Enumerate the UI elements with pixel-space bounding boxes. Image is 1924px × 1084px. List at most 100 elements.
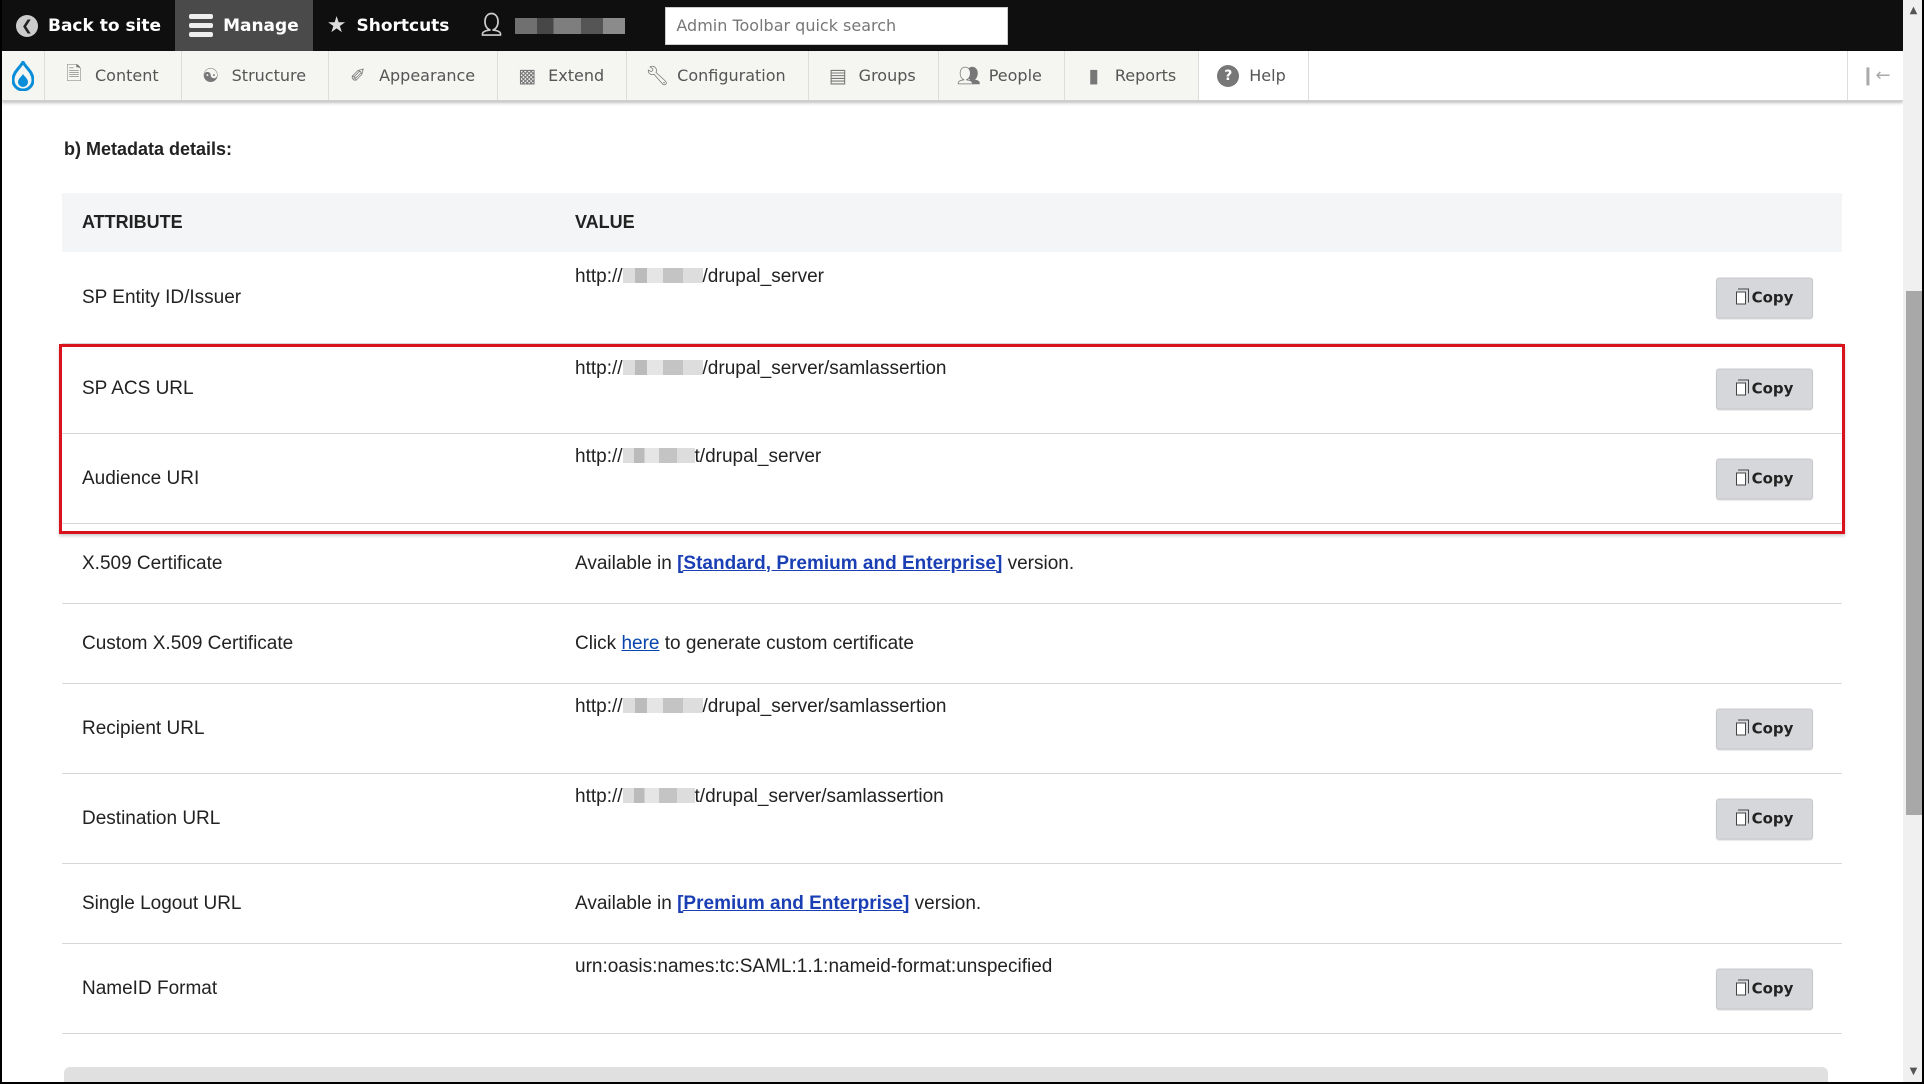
tray-item-label: Reports	[1114, 66, 1177, 85]
upgrade-link[interactable]: [Standard, Premium and Enterprise]	[677, 553, 1002, 575]
redacted-host	[622, 448, 695, 463]
url-suffix: t/drupal_server	[694, 446, 822, 467]
copy-label: Copy	[1751, 979, 1794, 998]
value-text: version.	[1002, 552, 1075, 574]
table-row: Destination URL http:// t/drupal_server/s…	[62, 774, 1842, 864]
tray-item-structure[interactable]: ☯ Structure	[182, 51, 330, 100]
tray-item-configuration[interactable]: 🔧︎ Configuration	[627, 51, 809, 100]
tray-item-label: Content	[95, 66, 159, 85]
drupal-drop-icon	[12, 60, 34, 91]
tray-item-people[interactable]: 👥︎ People	[939, 51, 1065, 100]
value-text: version.	[909, 892, 982, 914]
value-cell: http:// /drupal_server/samlassertion	[575, 684, 1842, 773]
tray-spacer	[1308, 51, 1847, 100]
value-cell: http:// t/drupal_server	[575, 434, 1842, 523]
next-section-header	[64, 1067, 1828, 1082]
value-cell: http:// t/drupal_server/samlassertion	[575, 774, 1842, 863]
tray-item-groups[interactable]: ▤ Groups	[809, 51, 939, 100]
collapse-tray-button[interactable]: ❙←	[1847, 51, 1903, 100]
copy-label: Copy	[1751, 809, 1794, 828]
copy-icon	[1735, 809, 1749, 825]
scroll-up-icon[interactable]: ▲	[1903, 2, 1922, 19]
shortcuts-tab[interactable]: ★ Shortcuts	[313, 0, 464, 51]
manage-tab[interactable]: Manage	[175, 0, 313, 51]
table-row: NameID Format urn:oasis:names:tc:SAML:1.…	[62, 944, 1842, 1034]
table-header: ATTRIBUTE VALUE	[62, 193, 1842, 252]
attribute-cell: SP ACS URL	[82, 377, 194, 399]
user-tab[interactable]: 👤︎	[463, 0, 639, 51]
attribute-cell: Recipient URL	[82, 717, 205, 739]
copy-icon	[1735, 288, 1749, 304]
attribute-cell: Single Logout URL	[82, 892, 242, 914]
header-value: VALUE	[575, 212, 635, 232]
scroll-down-icon[interactable]: ▼	[1903, 1063, 1922, 1080]
tray-item-label: Groups	[858, 66, 916, 85]
url-prefix: http://	[575, 266, 623, 287]
value-cell: http:// /drupal_server	[575, 252, 1842, 343]
help-icon: ?	[1217, 64, 1240, 87]
tray-item-label: Help	[1249, 66, 1286, 85]
collapse-left-icon: ❙←	[1860, 65, 1891, 86]
tray-item-content[interactable]: 🗎︎ Content	[45, 51, 182, 100]
value-text: to generate custom certificate	[659, 632, 914, 654]
tray-item-label: People	[988, 66, 1042, 85]
copy-label: Copy	[1751, 379, 1794, 398]
metadata-table: ATTRIBUTE VALUE SP Entity ID/Issuer http…	[59, 193, 1845, 1034]
redacted-host	[622, 360, 703, 375]
copy-icon	[1735, 719, 1749, 735]
table-row: Audience URI http:// t/drupal_server Copy	[62, 434, 1842, 524]
tray-item-extend[interactable]: ▩ Extend	[498, 51, 628, 100]
admin-toolbar-search-input[interactable]	[665, 6, 1009, 45]
copy-button[interactable]: Copy	[1716, 368, 1813, 409]
username-redacted	[515, 17, 626, 34]
puzzle-icon: ▩	[518, 64, 537, 87]
tray-item-label: Configuration	[677, 66, 786, 85]
table-row: Single Logout URL Available in [Premium …	[62, 864, 1842, 944]
copy-button[interactable]: Copy	[1716, 458, 1813, 499]
upgrade-link[interactable]: [Premium and Enterprise]	[677, 893, 909, 915]
vertical-scrollbar[interactable]: ▲ ▼	[1903, 0, 1922, 1082]
wrench-icon: 🔧︎	[645, 65, 670, 87]
table-row: X.509 Certificate Available in [Standard…	[62, 524, 1842, 604]
drupal-logo[interactable]	[2, 51, 45, 100]
header-attribute: ATTRIBUTE	[82, 212, 183, 232]
table-row: Recipient URL http:// /drupal_server/saml…	[62, 684, 1842, 774]
redacted-host	[622, 698, 703, 713]
table-row: Custom X.509 Certificate Click here to g…	[62, 604, 1842, 684]
tray-item-reports[interactable]: ▮ Reports	[1065, 51, 1200, 100]
url-suffix: /drupal_server	[702, 266, 824, 287]
copy-button[interactable]: Copy	[1716, 277, 1813, 318]
back-to-site-link[interactable]: ❮ Back to site	[2, 0, 175, 51]
admin-tray: 🗎︎ Content ☯ Structure ✐ Appearance ▩ Ex…	[2, 51, 1903, 101]
attribute-cell: SP Entity ID/Issuer	[82, 286, 242, 308]
table-row: SP Entity ID/Issuer http:// /drupal_serve…	[62, 252, 1842, 344]
copy-button[interactable]: Copy	[1716, 798, 1813, 839]
hamburger-icon	[189, 14, 214, 37]
tray-item-label: Appearance	[379, 66, 476, 85]
tray-item-appearance[interactable]: ✐ Appearance	[329, 51, 499, 100]
bar-chart-icon: ▮	[1088, 64, 1100, 87]
sitemap-icon: ☯	[202, 64, 220, 87]
redacted-host	[622, 788, 695, 803]
copy-icon	[1735, 379, 1749, 395]
copy-label: Copy	[1751, 288, 1794, 307]
star-icon: ★	[326, 13, 347, 38]
file-icon: 🗎︎	[66, 62, 82, 85]
url-prefix: http://	[575, 358, 623, 379]
tray-item-label: Extend	[548, 66, 605, 85]
url-suffix: /drupal_server/samlassertion	[702, 696, 947, 717]
value-cell: Available in [Premium and Enterprise] ve…	[575, 864, 1842, 943]
generate-certificate-link[interactable]: here	[621, 633, 659, 655]
tray-item-help[interactable]: ? Help	[1199, 51, 1309, 100]
copy-button[interactable]: Copy	[1716, 968, 1813, 1009]
url-suffix: /drupal_server/samlassertion	[702, 358, 947, 379]
attribute-cell: X.509 Certificate	[82, 552, 223, 574]
copy-button[interactable]: Copy	[1716, 708, 1813, 749]
attribute-cell: Destination URL	[82, 807, 221, 829]
value-cell: Available in [Standard, Premium and Ente…	[575, 524, 1842, 603]
chevron-left-icon: ❮	[16, 14, 38, 37]
copy-label: Copy	[1751, 719, 1794, 738]
browser-viewport: ❮ Back to site Manage ★ Shortcuts 👤︎ 🗎︎ …	[2, 0, 1922, 1082]
scroll-thumb[interactable]	[1906, 291, 1922, 815]
groups-icon: ▤	[828, 64, 847, 87]
